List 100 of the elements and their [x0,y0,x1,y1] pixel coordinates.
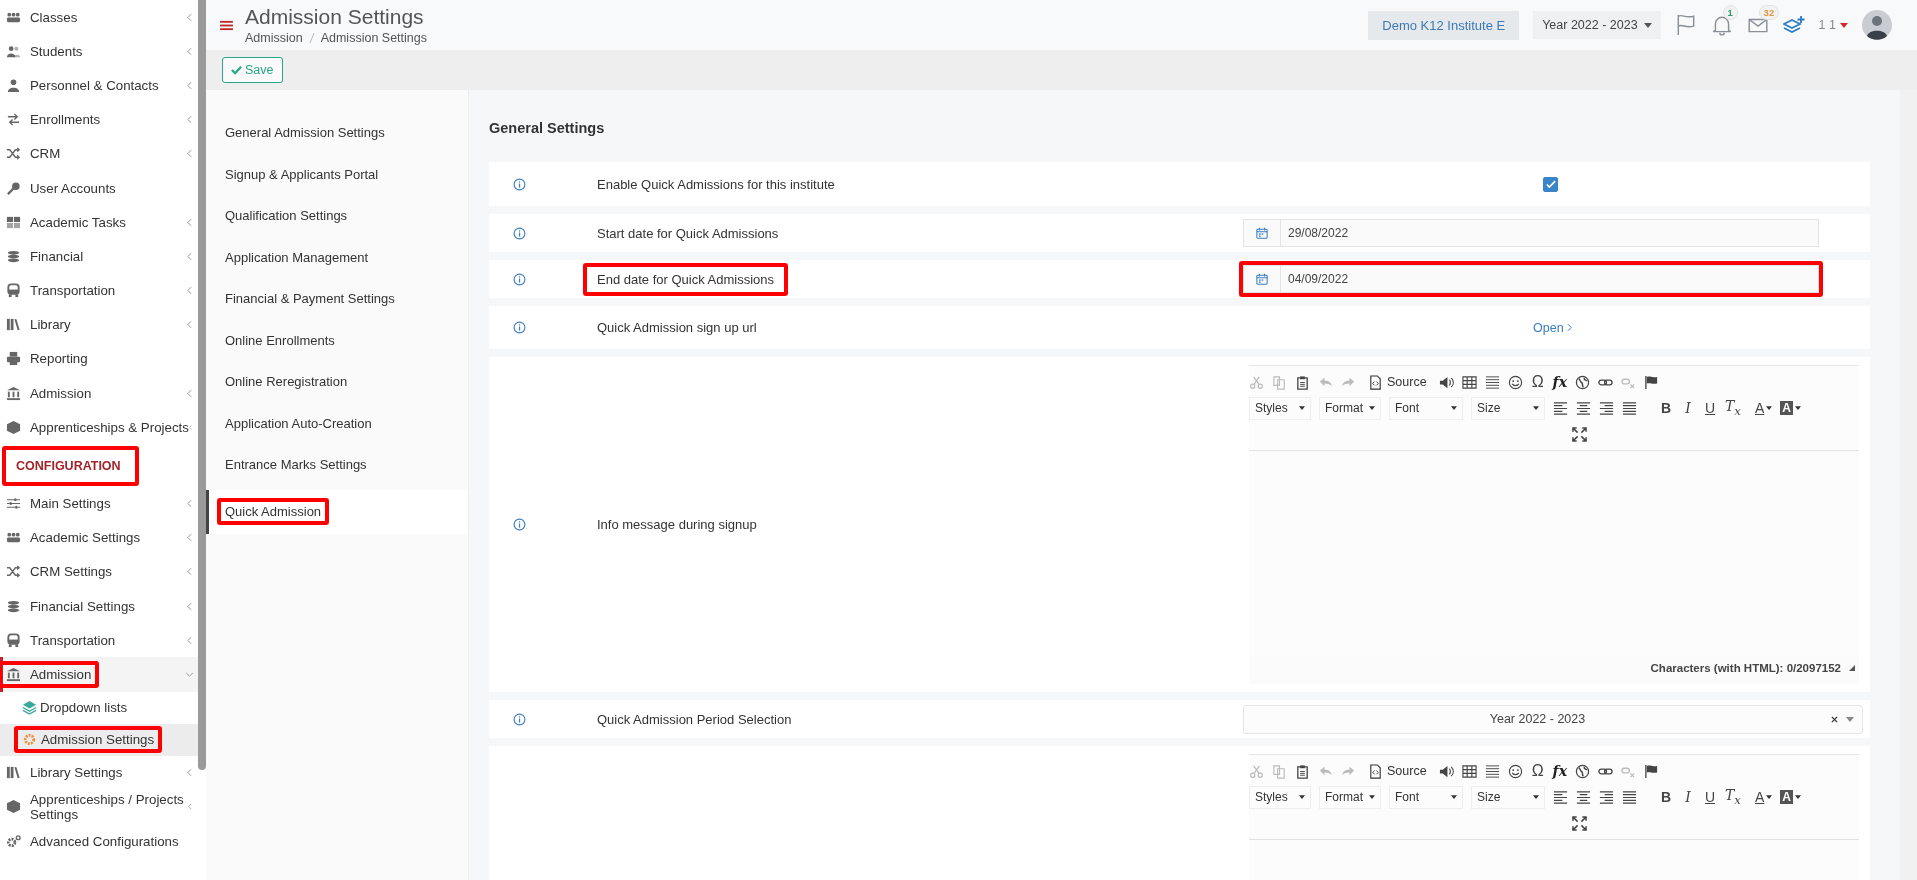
sidebar-subitem[interactable]: Dropdown lists [0,691,198,724]
underline-button[interactable]: U [1703,400,1717,416]
sidebar-subitem[interactable]: Admission Settings [0,723,198,756]
sidebar-item[interactable]: CRM Settings [0,554,198,589]
format-dropdown[interactable]: Format [1319,785,1381,809]
sidebar-item[interactable]: Enrollments [0,102,198,137]
special-character-button[interactable]: Ω [1530,373,1545,391]
sidebar-item[interactable]: Classes [0,0,198,35]
info-icon[interactable] [512,177,526,191]
text-color-button[interactable]: A [1754,789,1773,805]
sidebar-item[interactable]: Academic Settings [0,520,198,555]
sidebar-item[interactable]: Advanced Configurations [0,823,198,859]
format-dropdown[interactable]: Size [1471,396,1545,420]
format-dropdown[interactable]: Font [1389,785,1463,809]
text-color-button[interactable]: A [1754,400,1773,416]
remove-format-button[interactable]: T$_{x}$ [1725,398,1741,418]
date-field[interactable]: 04/09/2022 [1243,265,1819,293]
sidebar-item[interactable]: Academic Tasks [0,205,198,240]
speaker-icon[interactable] [1438,374,1454,390]
period-dropdown[interactable]: Year 2022 - 2023 [1243,704,1863,734]
align-right-icon[interactable] [1599,789,1614,805]
sidebar-item[interactable]: Transportation [0,623,198,658]
formula-button[interactable]: fx [1552,374,1567,390]
align-right-icon[interactable] [1599,400,1614,416]
horizontal-lines-icon[interactable] [1484,763,1500,779]
info-icon[interactable] [512,712,526,726]
settings-tab[interactable]: Entrance Marks Settings [206,444,468,486]
scrollbar[interactable] [198,0,206,770]
sidebar-item[interactable]: Reporting [0,341,198,377]
table-icon[interactable] [1461,374,1477,390]
settings-tab[interactable]: Application Auto-Creation [206,402,468,444]
settings-tab[interactable]: Online Reregistration [206,361,468,403]
italic-button[interactable]: I [1681,789,1695,805]
speaker-icon[interactable] [1438,763,1454,779]
caret-icon[interactable] [1840,22,1848,28]
checkbox[interactable] [1543,176,1558,192]
remove-format-button[interactable]: T$_{x}$ [1725,787,1741,807]
user-name[interactable]: 1 1 [1818,18,1836,32]
globe-icon[interactable] [1575,763,1590,779]
settings-tab[interactable]: Online Enrollments [206,319,468,361]
info-icon[interactable] [512,321,526,334]
source-button[interactable]: Source [1368,763,1427,779]
globe-icon[interactable] [1575,374,1590,390]
sidebar-item[interactable]: Transportation [0,273,198,308]
align-center-icon[interactable] [1576,789,1591,805]
special-character-button[interactable]: Ω [1530,762,1545,780]
sidebar-item[interactable]: Financial [0,239,198,274]
smiley-icon[interactable] [1507,374,1523,390]
horizontal-lines-icon[interactable] [1484,374,1500,390]
format-dropdown[interactable]: Font [1389,396,1463,420]
menu-icon[interactable] [220,19,233,31]
settings-tab[interactable]: Financial & Payment Settings [206,278,468,320]
sidebar-item[interactable]: Main Settings [0,486,198,521]
align-left-icon[interactable] [1553,789,1568,805]
bold-button[interactable]: B [1659,400,1673,416]
settings-tab[interactable]: Signup & Applicants Portal [206,153,468,195]
source-button[interactable]: Source [1368,374,1427,390]
justify-icon[interactable] [1622,789,1637,805]
clear-icon[interactable] [1831,715,1838,723]
sidebar-item[interactable]: Students [0,34,198,69]
underline-button[interactable]: U [1703,789,1717,805]
sidebar-item[interactable]: Financial Settings [0,589,198,624]
settings-tab[interactable]: Quick Admission [206,489,468,534]
flag-icon[interactable] [1644,374,1659,390]
settings-tab[interactable]: Application Management [206,236,468,278]
bold-button[interactable]: B [1659,789,1673,805]
format-dropdown[interactable]: Format [1319,396,1381,420]
format-dropdown[interactable]: Styles [1249,785,1311,809]
rich-text-editor[interactable]: Source Ω fx Styles Format Font Size B I U T$_{x}$ A A Characters (with HTML): 0/2097152 [1249,365,1859,684]
sidebar-item[interactable]: Apprenticeships / Projects Settings [0,789,198,824]
sidebar-item[interactable]: Admission [0,376,198,411]
info-icon[interactable] [512,272,526,286]
resize-handle-icon[interactable] [1849,665,1855,671]
flag-icon[interactable] [1644,763,1659,779]
sidebar-item[interactable]: CRM [0,136,198,171]
settings-tab[interactable]: General Admission Settings [206,112,468,154]
maximize-icon[interactable] [1571,426,1587,442]
date-field[interactable]: 29/08/2022 [1243,219,1819,247]
align-center-icon[interactable] [1576,400,1591,416]
sidebar-item[interactable]: Library [0,307,198,342]
sidebar-item[interactable]: User Accounts [0,170,198,206]
italic-button[interactable]: I [1681,400,1695,416]
sidebar-item[interactable]: Apprenticeships & Projects [0,410,198,445]
open-link[interactable]: Open [1533,320,1572,335]
align-left-icon[interactable] [1553,400,1568,416]
breadcrumb-link[interactable]: Admission [245,31,303,45]
institute-button[interactable]: Demo K12 Institute E [1368,10,1520,40]
settings-tab[interactable]: Qualification Settings [206,195,468,237]
info-icon[interactable] [512,518,526,531]
formula-button[interactable]: fx [1552,763,1567,779]
sidebar-item[interactable]: Personnel & Contacts [0,68,198,103]
sidebar-item[interactable]: Library Settings [0,755,198,790]
justify-icon[interactable] [1622,400,1637,416]
info-icon[interactable] [512,226,526,240]
paste-icon[interactable] [1295,374,1310,390]
format-dropdown[interactable]: Size [1471,785,1545,809]
year-dropdown[interactable]: Year 2022 - 2023 [1533,11,1661,39]
maximize-icon[interactable] [1571,815,1587,831]
layers-plus-icon[interactable] [1782,14,1805,36]
smiley-icon[interactable] [1507,763,1523,779]
